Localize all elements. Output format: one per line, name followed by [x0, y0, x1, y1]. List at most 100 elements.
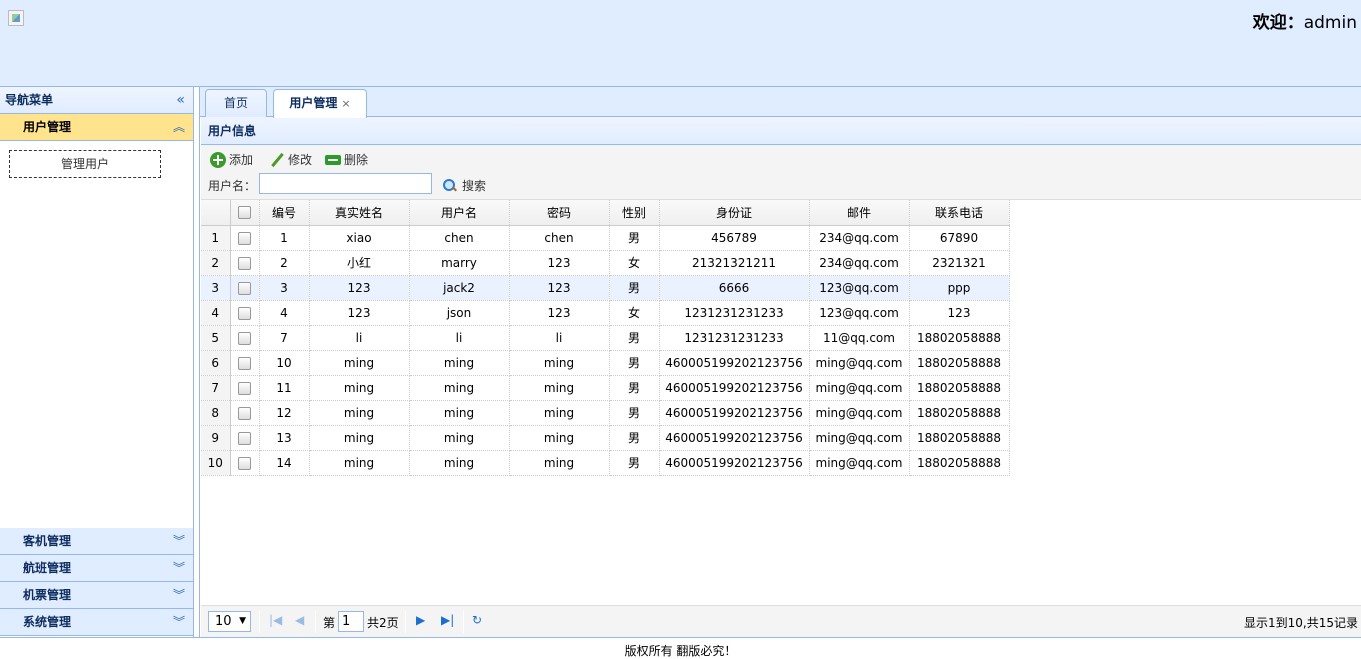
manage-users-link[interactable]: 管理用户 [9, 150, 161, 178]
user-table: 编号 真实姓名 用户名 密码 性别 身份证 邮件 联系电话 1 1 xiao chen… [201, 200, 1010, 476]
row-checkbox-cell[interactable] [230, 225, 260, 251]
separator [405, 611, 406, 633]
search-button[interactable]: 搜索 [443, 177, 486, 194]
table-cell: 123 [509, 250, 610, 276]
column-header[interactable]: 联系电话 [909, 200, 1010, 226]
column-header[interactable]: 编号 [259, 200, 310, 226]
column-header[interactable]: 密码 [509, 200, 610, 226]
accordion-user-mgmt[interactable]: 用户管理 ︽ [0, 114, 193, 141]
row-checkbox-cell[interactable] [230, 450, 260, 476]
row-checkbox[interactable] [238, 306, 251, 320]
row-checkbox[interactable] [238, 356, 251, 370]
username-search-input[interactable] [259, 173, 432, 194]
row-number: 7 [201, 375, 231, 401]
row-checkbox-cell[interactable] [230, 325, 260, 351]
double-chevron-down-icon[interactable]: ︾ [173, 609, 185, 635]
row-checkbox-cell[interactable] [230, 275, 260, 301]
column-header[interactable]: 真实姓名 [309, 200, 410, 226]
table-cell: 4 [259, 300, 310, 326]
table-row[interactable]: 5 7 li li li 男 1231231231233 11@qq.com 188020588… [201, 325, 1010, 351]
separator [259, 611, 260, 633]
grid-toolbar: 添加 修改 删除 用户名： 搜索 [201, 145, 1361, 200]
row-checkbox[interactable] [238, 231, 251, 245]
prev-page-icon[interactable]: ◀ [295, 613, 304, 627]
row-checkbox[interactable] [238, 281, 251, 295]
first-page-icon[interactable]: |◀ [269, 613, 282, 627]
table-cell: 2 [259, 250, 310, 276]
table-row[interactable]: 9 13 ming ming ming 男 460005199202123756 ming@q… [201, 425, 1010, 451]
table-cell: 男 [609, 375, 660, 401]
remove-icon [325, 155, 341, 165]
table-cell: chen [509, 225, 610, 251]
refresh-icon[interactable]: ↻ [472, 613, 482, 627]
next-page-icon[interactable]: ▶ [416, 613, 425, 627]
table-cell: 460005199202123756 [659, 425, 810, 451]
header: 欢迎：admin [0, 0, 1361, 87]
row-checkbox[interactable] [238, 431, 251, 445]
remove-button[interactable]: 删除 [325, 151, 368, 169]
accordion-flight-mgmt[interactable]: 航班管理 ︾ [0, 555, 193, 582]
row-checkbox-cell[interactable] [230, 375, 260, 401]
table-cell: ming [509, 400, 610, 426]
row-checkbox-cell[interactable] [230, 300, 260, 326]
row-checkbox-cell[interactable] [230, 400, 260, 426]
table-cell: ming@qq.com [809, 400, 910, 426]
double-chevron-down-icon[interactable]: ︾ [173, 555, 185, 581]
row-checkbox-cell[interactable] [230, 350, 260, 376]
row-checkbox-cell[interactable] [230, 425, 260, 451]
double-chevron-down-icon[interactable]: ︾ [173, 582, 185, 608]
table-cell: 1231231231233 [659, 300, 810, 326]
row-number: 6 [201, 350, 231, 376]
table-row[interactable]: 3 3 123 jack2 123 男 6666 123@qq.com ppp [201, 275, 1010, 301]
close-icon[interactable]: × [341, 97, 350, 110]
tab-home[interactable]: 首页 [205, 89, 267, 117]
table-row[interactable]: 8 12 ming ming ming 男 460005199202123756 ming@q… [201, 400, 1010, 426]
table-row[interactable]: 7 11 ming ming ming 男 460005199202123756 ming@q… [201, 375, 1010, 401]
double-chevron-up-icon[interactable]: ︽ [173, 114, 185, 140]
table-cell: ming [509, 375, 610, 401]
row-checkbox[interactable] [238, 456, 251, 470]
table-cell: 18802058888 [909, 325, 1010, 351]
add-label: 添加 [229, 153, 254, 167]
table-cell: marry [409, 250, 510, 276]
row-checkbox-cell[interactable] [230, 250, 260, 276]
table-cell: 男 [609, 350, 660, 376]
table-cell: ming@qq.com [809, 450, 910, 476]
separator [463, 611, 464, 633]
table-cell: 18802058888 [909, 400, 1010, 426]
select-all-checkbox-cell[interactable] [230, 200, 260, 226]
table-cell: 1231231231233 [659, 325, 810, 351]
double-chevron-left-icon[interactable]: « [176, 87, 185, 113]
table-row[interactable]: 4 4 123 json 123 女 1231231231233 123@qq.com 123 [201, 300, 1010, 326]
column-header[interactable]: 性别 [609, 200, 660, 226]
edit-button[interactable]: 修改 [269, 151, 312, 169]
row-checkbox[interactable] [238, 331, 251, 345]
row-checkbox[interactable] [238, 256, 251, 270]
page-number-input[interactable]: 1 [338, 611, 364, 632]
row-checkbox[interactable] [238, 406, 251, 420]
table-cell: 123@qq.com [809, 300, 910, 326]
table-cell: ming [309, 375, 410, 401]
add-button[interactable]: 添加 [210, 151, 253, 169]
column-header[interactable]: 邮件 [809, 200, 910, 226]
table-cell: 123 [309, 300, 410, 326]
accordion-system-mgmt[interactable]: 系统管理 ︾ [0, 609, 193, 636]
table-row[interactable]: 2 2 小红 marry 123 女 21321321211 234@qq.com 232132… [201, 250, 1010, 276]
tab-user-mgmt[interactable]: 用户管理 × [273, 89, 367, 118]
welcome-text: 欢迎：admin [1253, 8, 1357, 33]
select-all-checkbox[interactable] [238, 206, 251, 220]
table-cell: 男 [609, 225, 660, 251]
column-header[interactable]: 身份证 [659, 200, 810, 226]
double-chevron-down-icon[interactable]: ︾ [173, 528, 185, 554]
last-page-icon[interactable]: ▶| [441, 613, 454, 627]
table-row[interactable]: 1 1 xiao chen chen 男 456789 234@qq.com 67890 [201, 225, 1010, 251]
table-cell: 男 [609, 275, 660, 301]
column-header[interactable]: 用户名 [409, 200, 510, 226]
accordion-aircraft-mgmt[interactable]: 客机管理 ︾ [0, 528, 193, 555]
table-row[interactable]: 10 14 ming ming ming 男 460005199202123756 ming@… [201, 450, 1010, 476]
page-size-select[interactable]: 10 ▼ [208, 611, 251, 632]
accordion-ticket-mgmt[interactable]: 机票管理 ︾ [0, 582, 193, 609]
remove-label: 删除 [344, 153, 369, 167]
row-checkbox[interactable] [238, 381, 251, 395]
table-row[interactable]: 6 10 ming ming ming 男 460005199202123756 ming@q… [201, 350, 1010, 376]
